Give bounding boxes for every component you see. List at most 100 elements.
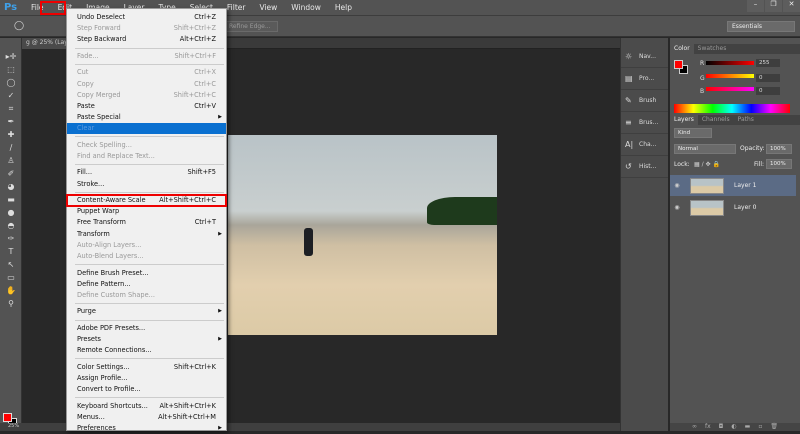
- tab-channels[interactable]: Channels: [698, 115, 734, 125]
- dock-item[interactable]: ☼ Nav...: [621, 46, 668, 68]
- dock-item[interactable]: ≡ Brus...: [621, 112, 668, 134]
- restore-button[interactable]: ❐: [765, 0, 782, 12]
- stamp-tool-icon[interactable]: ♙: [0, 154, 22, 167]
- layer-row[interactable]: ◉ Layer 0: [670, 197, 796, 218]
- lasso-icon[interactable]: ◯: [14, 21, 24, 31]
- menu-item-copy[interactable]: Copy Ctrl+C: [67, 79, 226, 90]
- menu-help[interactable]: Help: [328, 3, 359, 12]
- layers-footer-icon[interactable]: ◐: [731, 423, 736, 430]
- menu-window[interactable]: Window: [284, 3, 328, 12]
- lock-icons[interactable]: ▦ ∕ ✥ 🔒: [694, 161, 720, 168]
- layers-footer-icon[interactable]: ∞: [692, 423, 697, 430]
- move-tool-icon[interactable]: ▸✛: [0, 50, 22, 63]
- hand-tool-icon[interactable]: ✋: [0, 284, 22, 297]
- menu-item-paste-special[interactable]: Paste Special ▶: [67, 112, 226, 123]
- type-tool-icon[interactable]: T: [0, 245, 22, 258]
- zoom-level[interactable]: 25%: [8, 423, 19, 429]
- r-value[interactable]: 255: [756, 59, 780, 67]
- gradient-tool-icon[interactable]: ▬: [0, 193, 22, 206]
- layers-footer-icon[interactable]: ◘: [719, 423, 724, 430]
- eye-icon[interactable]: ◉: [670, 182, 684, 189]
- layer-row[interactable]: ◉ Layer 1: [670, 175, 796, 196]
- menu-item-define-pattern[interactable]: Define Pattern...: [67, 279, 226, 290]
- menu-item-assign-profile[interactable]: Assign Profile...: [67, 373, 226, 384]
- shape-tool-icon[interactable]: ▭: [0, 271, 22, 284]
- eraser-tool-icon[interactable]: ◕: [0, 180, 22, 193]
- menu-item-stroke[interactable]: Stroke...: [67, 179, 226, 190]
- b-slider[interactable]: [706, 87, 754, 91]
- dock-item[interactable]: A| Cha...: [621, 134, 668, 156]
- menu-item-find-and-replace-text[interactable]: Find and Replace Text...: [67, 151, 226, 162]
- r-slider[interactable]: [706, 61, 754, 65]
- brush-tool-icon[interactable]: ∕: [0, 141, 22, 154]
- layer-filter-select[interactable]: Kind: [674, 128, 712, 138]
- path-select-tool-icon[interactable]: ↖: [0, 258, 22, 271]
- foreground-color[interactable]: [674, 60, 683, 69]
- opacity-input[interactable]: 100%: [766, 144, 792, 154]
- pen-tool-icon[interactable]: ✑: [0, 232, 22, 245]
- menu-item-auto-blend-layers[interactable]: Auto-Blend Layers...: [67, 251, 226, 262]
- menu-item-copy-merged[interactable]: Copy Merged Shift+Ctrl+C: [67, 90, 226, 101]
- menu-item-paste[interactable]: Paste Ctrl+V: [67, 101, 226, 112]
- menu-item-free-transform[interactable]: Free Transform Ctrl+T: [67, 217, 226, 228]
- color-spectrum[interactable]: [674, 104, 790, 113]
- layers-footer-icon[interactable]: ▬: [745, 423, 751, 430]
- menu-item-content-aware-scale[interactable]: Content-Aware Scale Alt+Shift+Ctrl+C: [66, 194, 227, 208]
- marquee-tool-icon[interactable]: ⬚: [0, 63, 22, 76]
- menu-item-fill[interactable]: Fill... Shift+F5: [67, 167, 226, 178]
- layers-footer-icon[interactable]: 🗑: [770, 423, 778, 430]
- g-slider[interactable]: [706, 74, 754, 78]
- zoom-tool-icon[interactable]: ⚲: [0, 297, 22, 310]
- layers-footer-icon[interactable]: ▫: [758, 423, 762, 430]
- document-tab[interactable]: g @ 25% (Lay: [22, 38, 72, 49]
- dodge-tool-icon[interactable]: ◓: [0, 219, 22, 232]
- eyedropper-tool-icon[interactable]: ✒: [0, 115, 22, 128]
- layers-footer-icon[interactable]: fx: [705, 423, 711, 430]
- document-canvas[interactable]: [228, 135, 497, 335]
- menu-item-step-forward[interactable]: Step Forward Shift+Ctrl+Z: [67, 23, 226, 34]
- blur-tool-icon[interactable]: ●: [0, 206, 22, 219]
- b-value[interactable]: 0: [756, 87, 780, 95]
- history-brush-tool-icon[interactable]: ✐: [0, 167, 22, 180]
- dock-item[interactable]: ▤ Pro...: [621, 68, 668, 90]
- tab-swatches[interactable]: Swatches: [694, 44, 731, 54]
- menu-item-purge[interactable]: Purge ▶: [67, 306, 226, 317]
- menu-item-presets[interactable]: Presets ▶: [67, 334, 226, 345]
- menu-item-fade[interactable]: Fade... Shift+Ctrl+F: [67, 51, 226, 62]
- menu-item-puppet-warp[interactable]: Puppet Warp: [67, 206, 226, 217]
- quick-select-tool-icon[interactable]: ✓: [0, 89, 22, 102]
- menu-item-auto-align-layers[interactable]: Auto-Align Layers...: [67, 240, 226, 251]
- workspace-select[interactable]: Essentials: [727, 21, 795, 32]
- menu-item-color-settings[interactable]: Color Settings... Shift+Ctrl+K: [67, 362, 226, 373]
- menu-item-define-brush-preset[interactable]: Define Brush Preset...: [67, 268, 226, 279]
- eye-icon[interactable]: ◉: [670, 204, 684, 211]
- menu-item-transform[interactable]: Transform ▶: [67, 229, 226, 240]
- menu-item-preferences[interactable]: Preferences ▶: [67, 423, 226, 434]
- menu-item-step-backward[interactable]: Step Backward Alt+Ctrl+Z: [67, 34, 226, 45]
- menu-item-cut[interactable]: Cut Ctrl+X: [67, 67, 226, 78]
- menu-view[interactable]: View: [252, 3, 284, 12]
- blend-mode-select[interactable]: Normal: [674, 144, 736, 154]
- tab-layers[interactable]: Layers: [670, 115, 698, 125]
- dock-item[interactable]: ↺ Hist...: [621, 156, 668, 178]
- fill-input[interactable]: 100%: [766, 159, 792, 169]
- minimize-button[interactable]: –: [747, 0, 764, 12]
- menu-item-check-spelling[interactable]: Check Spelling...: [67, 140, 226, 151]
- g-value[interactable]: 0: [756, 74, 780, 82]
- refine-edge-button[interactable]: Refine Edge...: [222, 21, 278, 32]
- healing-tool-icon[interactable]: ✚: [0, 128, 22, 141]
- menu-item-undo-deselect[interactable]: Undo Deselect Ctrl+Z: [67, 12, 226, 23]
- foreground-color-swatch[interactable]: [3, 413, 12, 422]
- tab-paths[interactable]: Paths: [734, 115, 758, 125]
- menu-item-clear[interactable]: Clear: [67, 123, 226, 135]
- menu-item-menus[interactable]: Menus... Alt+Shift+Ctrl+M: [67, 412, 226, 423]
- close-button[interactable]: ✕: [783, 0, 800, 12]
- menu-item-convert-to-profile[interactable]: Convert to Profile...: [67, 384, 226, 395]
- menu-item-define-custom-shape[interactable]: Define Custom Shape...: [67, 290, 226, 301]
- menu-item-adobe-pdf-presets[interactable]: Adobe PDF Presets...: [67, 323, 226, 334]
- dock-item[interactable]: ✎ Brush: [621, 90, 668, 112]
- crop-tool-icon[interactable]: ⌗: [0, 102, 22, 115]
- menu-item-remote-connections[interactable]: Remote Connections...: [67, 345, 226, 356]
- tab-color[interactable]: Color: [670, 44, 694, 54]
- lasso-tool-icon[interactable]: ◯: [0, 76, 22, 89]
